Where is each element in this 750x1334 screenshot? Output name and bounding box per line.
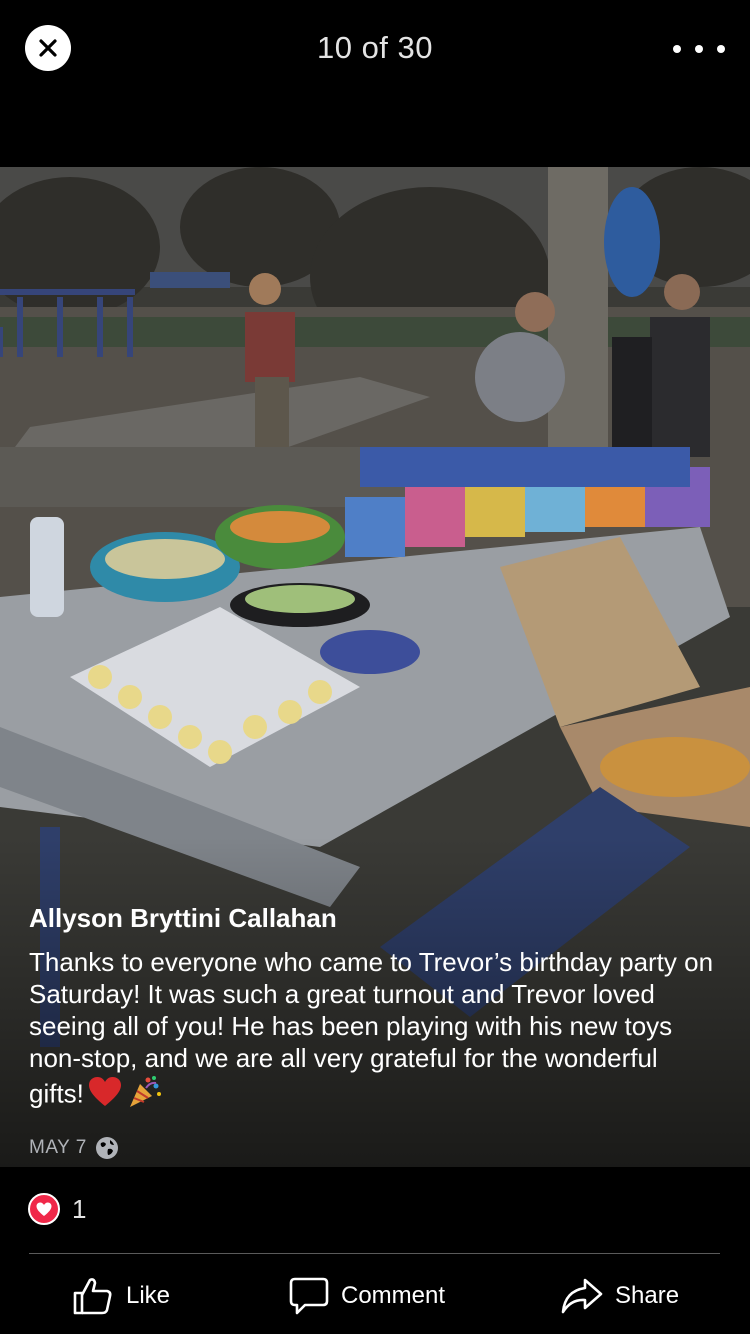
reactions-summary[interactable]: 1 [28,1193,86,1225]
heart-emoji [88,1076,122,1115]
thumbs-up-icon [73,1278,112,1315]
post-date: MAY 7 [29,1137,87,1158]
like-label: Like [126,1282,171,1309]
share-label: Share [615,1282,680,1309]
share-button[interactable]: Share [561,1266,679,1326]
more-options-button[interactable] [673,38,725,60]
comment-label: Comment [341,1282,446,1309]
photo-counter: 10 of 30 [316,30,434,65]
author-name[interactable]: Allyson Bryttini Callahan [29,903,719,934]
like-button[interactable]: Like [72,1266,170,1326]
heart-reaction-icon [28,1193,60,1225]
post-meta: MAY 7 [29,1136,119,1160]
post-text: Thanks to everyone who came to Trevor’s … [29,946,719,1117]
comment-button[interactable]: Comment [289,1266,445,1326]
action-bar: Like Comment Share [0,1266,750,1326]
post-caption: Allyson Bryttini Callahan Thanks to ever… [29,903,719,1117]
top-bar: 10 of 30 [0,0,750,100]
globe-icon [95,1137,118,1159]
comment-icon [289,1277,329,1315]
more-dots-icon [673,45,681,53]
divider [29,1253,720,1254]
reaction-count: 1 [72,1193,87,1224]
share-icon [561,1278,603,1314]
party-popper-emoji [126,1074,162,1117]
